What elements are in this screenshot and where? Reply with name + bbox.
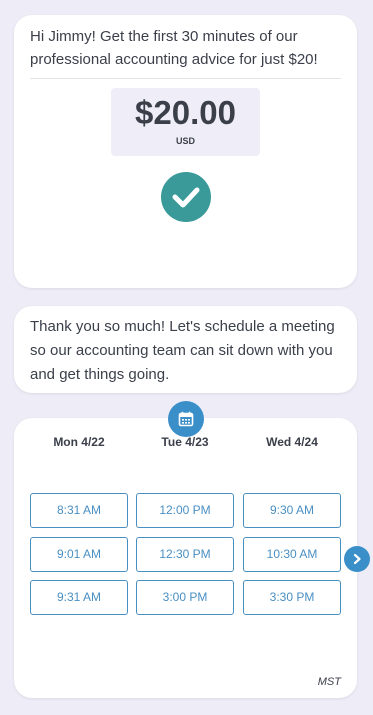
time-slot-button[interactable]: 12:30 PM — [136, 537, 234, 572]
price-amount: $20.00 — [135, 94, 236, 131]
chat-screen: Hi Jimmy! Get the first 30 minutes of ou… — [0, 0, 373, 715]
time-slot-button[interactable]: 3:30 PM — [243, 580, 341, 615]
time-slot-button[interactable]: 10:30 AM — [243, 537, 341, 572]
offer-message: Hi Jimmy! Get the first 30 minutes of ou… — [30, 28, 318, 68]
time-slot-button[interactable]: 9:30 AM — [243, 493, 341, 528]
timezone-label: MST — [317, 676, 341, 688]
next-days-button[interactable] — [344, 546, 370, 572]
thanks-message: Thank you so much! Let's schedule a meet… — [30, 318, 335, 383]
thanks-card: Thank you so much! Let's schedule a meet… — [14, 306, 357, 393]
time-slot-button[interactable]: 3:00 PM — [136, 580, 234, 615]
time-slot-button[interactable]: 8:31 AM — [30, 493, 128, 528]
price-box: $20.00 USD — [111, 88, 260, 156]
day-header-tue: Tue 4/23 — [161, 435, 209, 449]
check-circle-icon — [161, 172, 211, 222]
day-header-mon: Mon 4/22 — [53, 435, 105, 449]
time-slot-button[interactable]: 9:01 AM — [30, 537, 128, 572]
offer-card: Hi Jimmy! Get the first 30 minutes of ou… — [14, 15, 357, 288]
time-slot-button[interactable]: 12:00 PM — [136, 493, 234, 528]
divider — [30, 78, 341, 79]
time-slot-button[interactable]: 9:31 AM — [30, 580, 128, 615]
day-header-wed: Wed 4/24 — [266, 435, 318, 449]
calendar-icon — [168, 401, 204, 437]
chevron-right-icon — [351, 553, 363, 565]
schedule-card: Mon 4/22 Tue 4/23 Wed 4/24 8:31 AM 9:01 … — [14, 418, 357, 698]
price-currency: USD — [175, 136, 195, 146]
